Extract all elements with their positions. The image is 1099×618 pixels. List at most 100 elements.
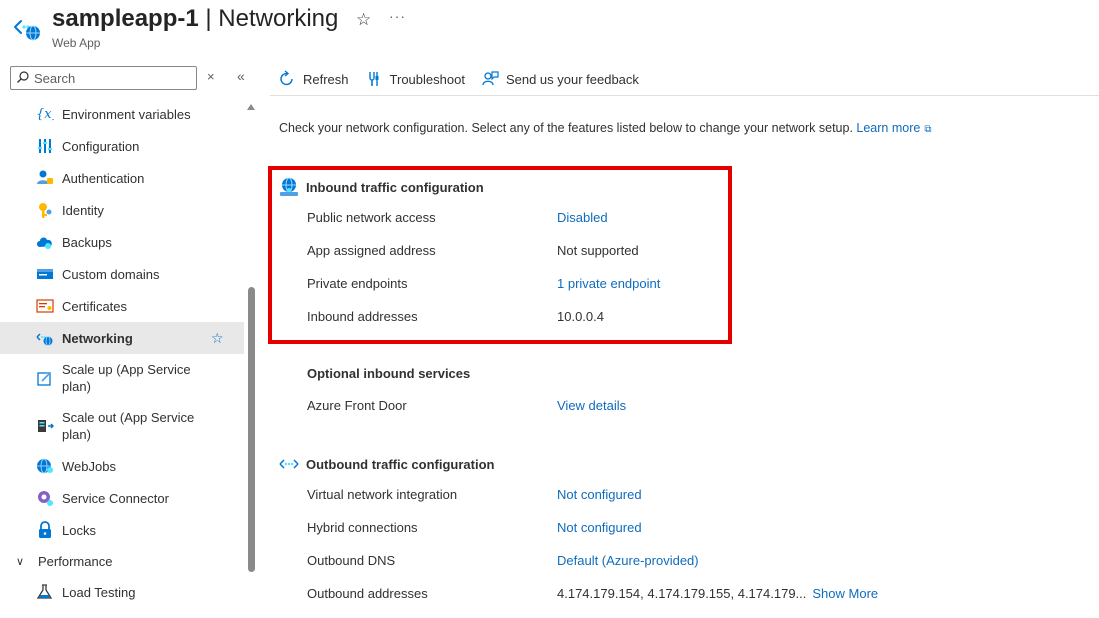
page-title: sampleapp-1 | Networking (52, 5, 339, 32)
public-network-access-link[interactable]: Disabled (557, 210, 608, 225)
scrollbar-thumb[interactable] (248, 287, 255, 572)
private-endpoints-link[interactable]: 1 private endpoint (557, 276, 660, 291)
outbound-dns-link[interactable]: Default (Azure-provided) (557, 553, 699, 568)
more-options-icon[interactable]: ··· (389, 8, 406, 24)
configuration-icon (36, 137, 54, 155)
sidebar-nav: {x} Environment variables Configuration … (0, 98, 244, 608)
sidebar-item-environment-variables[interactable]: {x} Environment variables (0, 98, 244, 130)
identity-icon (36, 201, 54, 219)
web-app-icon (12, 12, 42, 42)
public-network-access-label: Public network access (307, 210, 436, 225)
outbound-dns-label: Outbound DNS (307, 553, 396, 568)
sidebar-item-label: WebJobs (62, 458, 116, 474)
favorite-star-icon[interactable]: ☆ (211, 330, 224, 347)
search-icon (17, 71, 29, 83)
sidebar-item-label: Backups (62, 234, 112, 250)
sidebar-item-configuration[interactable]: Configuration (0, 130, 244, 162)
search-box[interactable] (10, 66, 197, 90)
refresh-icon (278, 70, 296, 88)
app-assigned-address-value: Not supported (557, 243, 639, 258)
sidebar-item-custom-domains[interactable]: Custom domains (0, 258, 244, 290)
load-testing-icon (36, 583, 54, 601)
vnet-integration-link[interactable]: Not configured (557, 487, 642, 502)
sidebar-item-certificates[interactable]: Certificates (0, 290, 244, 322)
sidebar-item-label: Environment variables (62, 106, 191, 122)
outbound-traffic-icon (278, 453, 300, 475)
service-connector-icon (36, 489, 54, 507)
sidebar-item-scale-out[interactable]: Scale out (App Service plan) (0, 402, 244, 450)
outbound-section-heading: Outbound traffic configuration (278, 453, 494, 475)
search-input[interactable] (34, 69, 192, 87)
sidebar-item-label: Scale up (App Service plan) (62, 362, 191, 394)
troubleshoot-label: Troubleshoot (389, 71, 465, 87)
sidebar-item-label: Scale out (App Service plan) (62, 410, 195, 442)
certificates-icon (36, 297, 54, 315)
sidebar-item-scale-up[interactable]: Scale up (App Service plan) (0, 354, 244, 402)
favorite-star-icon[interactable]: ☆ (356, 10, 371, 30)
backups-icon (36, 233, 54, 251)
sidebar-item-backups[interactable]: Backups (0, 226, 244, 258)
sidebar-item-label: Custom domains (62, 266, 160, 282)
feedback-icon (481, 70, 499, 88)
refresh-label: Refresh (303, 71, 349, 87)
sidebar-group-label: Performance (38, 553, 113, 569)
outbound-addresses-value: 4.174.179.154, 4.174.179.155, 4.174.179.… (557, 586, 878, 601)
sidebar-item-load-testing[interactable]: Load Testing (0, 576, 244, 608)
scale-out-icon (36, 417, 54, 435)
show-more-link[interactable]: Show More (812, 586, 878, 601)
scale-up-icon (36, 369, 54, 387)
hybrid-connections-label: Hybrid connections (307, 520, 418, 535)
custom-domains-icon (36, 265, 54, 283)
sidebar-item-service-connector[interactable]: Service Connector (0, 482, 244, 514)
sidebar-item-label: Service Connector (62, 490, 169, 506)
hybrid-connections-link[interactable]: Not configured (557, 520, 642, 535)
inbound-addresses-label: Inbound addresses (307, 309, 418, 324)
azure-front-door-label: Azure Front Door (307, 398, 407, 413)
sidebar-item-label: Identity (62, 202, 104, 218)
outbound-addresses-text: 4.174.179.154, 4.174.179.155, 4.174.179.… (557, 586, 807, 601)
vnet-integration-label: Virtual network integration (307, 487, 458, 502)
sidebar-item-label: Configuration (62, 138, 140, 154)
svg-text:{x}: {x} (36, 107, 54, 122)
sidebar-item-identity[interactable]: Identity (0, 194, 244, 226)
sidebar-item-webjobs[interactable]: WebJobs (0, 450, 244, 482)
troubleshoot-button[interactable]: Troubleshoot (365, 70, 465, 88)
variables-icon: {x} (36, 105, 54, 123)
optional-inbound-heading: Optional inbound services (307, 366, 470, 381)
troubleshoot-icon (365, 70, 383, 88)
azure-front-door-link[interactable]: View details (557, 398, 626, 413)
sidebar-group-performance[interactable]: ∨ Performance (0, 546, 244, 576)
webjobs-icon (36, 457, 54, 475)
send-feedback-label: Send us your feedback (505, 71, 639, 87)
private-endpoints-label: Private endpoints (307, 276, 408, 291)
sidebar-item-label: Certificates (62, 298, 128, 314)
inbound-addresses-value: 10.0.0.4 (557, 309, 604, 324)
resource-type: Web App (52, 36, 101, 50)
chevron-down-icon: ∨ (16, 555, 25, 568)
inbound-section-heading: Inbound traffic configuration (278, 176, 484, 198)
sidebar-item-locks[interactable]: Locks (0, 514, 244, 546)
clear-search-icon[interactable]: × (207, 69, 215, 84)
authentication-icon (36, 169, 54, 187)
inbound-traffic-icon (278, 176, 300, 198)
sidebar-item-authentication[interactable]: Authentication (0, 162, 244, 194)
command-bar: Refresh Troubleshoot Send us your feedba… (278, 66, 655, 92)
sidebar-item-label: Locks (62, 522, 96, 538)
toolbar-divider (270, 95, 1099, 96)
lock-icon (36, 521, 54, 539)
scroll-up-arrow-icon[interactable] (247, 104, 255, 110)
sidebar-item-label: Networking (62, 330, 133, 346)
collapse-sidebar-icon[interactable]: « (237, 68, 245, 84)
external-link-icon[interactable]: ⧉ (924, 124, 931, 135)
networking-icon (36, 329, 54, 347)
sidebar-item-label: Load Testing (62, 584, 136, 600)
send-feedback-button[interactable]: Send us your feedback (481, 70, 639, 88)
intro-text: Check your network configuration. Select… (279, 121, 932, 135)
refresh-button[interactable]: Refresh (278, 70, 349, 88)
learn-more-link[interactable]: Learn more (856, 121, 920, 135)
outbound-addresses-label: Outbound addresses (307, 586, 428, 601)
app-assigned-address-label: App assigned address (307, 243, 436, 258)
sidebar-item-networking[interactable]: Networking ☆ (0, 322, 244, 354)
inbound-section-title: Inbound traffic configuration (306, 179, 484, 195)
optional-inbound-title: Optional inbound services (307, 366, 471, 381)
